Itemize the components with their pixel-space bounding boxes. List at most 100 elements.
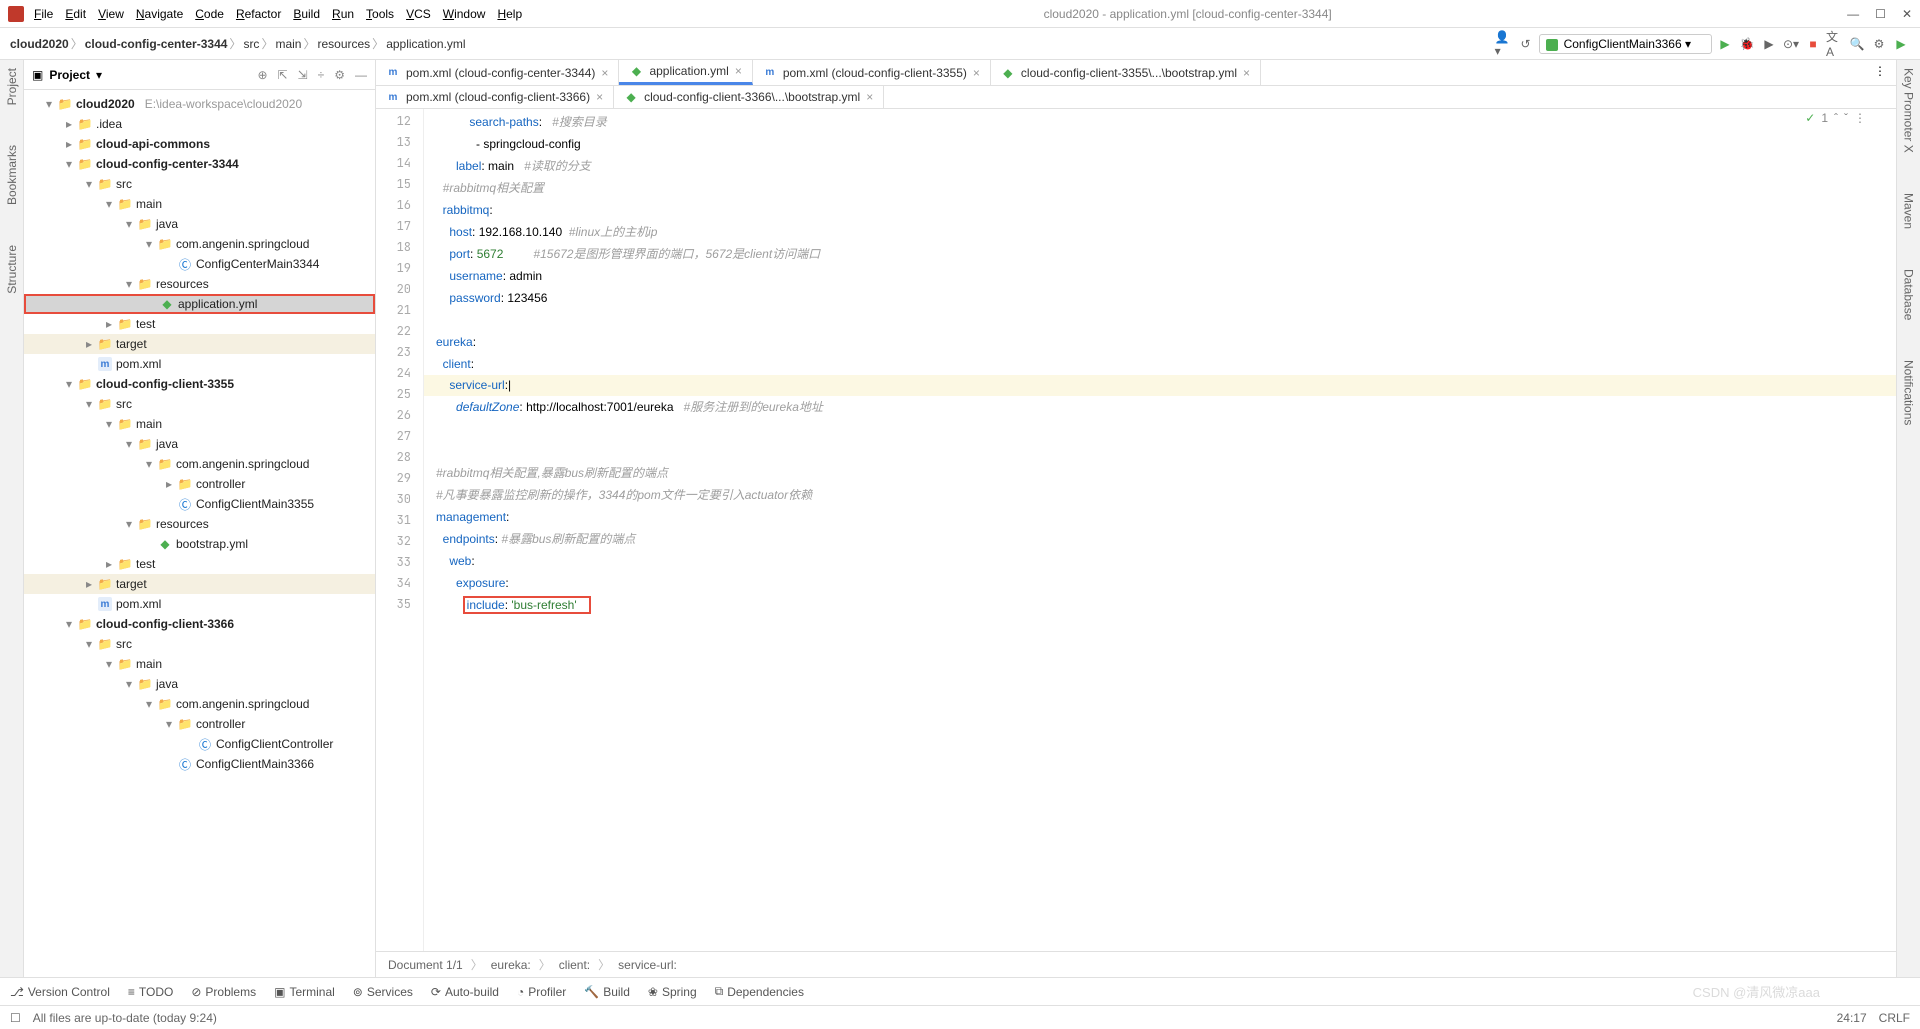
- tree-row[interactable]: ◆application.yml: [24, 294, 375, 314]
- tool-problems[interactable]: ⊘Problems: [191, 985, 256, 999]
- tree-row[interactable]: ▾📁src: [24, 394, 375, 414]
- tree-row[interactable]: ▾📁cloud-config-center-3344: [24, 154, 375, 174]
- rail-database[interactable]: Database: [1902, 269, 1916, 320]
- close-tab-icon[interactable]: ×: [1243, 66, 1250, 80]
- menu-file[interactable]: File: [28, 5, 59, 23]
- tree-row[interactable]: ▾📁cloud-config-client-3366: [24, 614, 375, 634]
- tree-row[interactable]: ▾📁src: [24, 174, 375, 194]
- tool-dependencies[interactable]: ⧉Dependencies: [715, 984, 804, 999]
- editor-tab[interactable]: ◆cloud-config-client-3355\...\bootstrap.…: [991, 60, 1261, 85]
- tree-row[interactable]: ▾📁com.angenin.springcloud: [24, 694, 375, 714]
- rail-maven[interactable]: Maven: [1902, 193, 1916, 229]
- rail-notifications[interactable]: Notifications: [1902, 360, 1916, 425]
- editor-crumb-item[interactable]: client:: [559, 958, 590, 972]
- menu-run[interactable]: Run: [326, 5, 360, 23]
- breadcrumb-item[interactable]: resources: [317, 37, 370, 51]
- tool-version-control[interactable]: ⎇Version Control: [10, 985, 110, 999]
- code-editor[interactable]: 1213141516171819202122232425262728293031…: [376, 109, 1896, 951]
- search-icon[interactable]: 🔍: [1848, 35, 1866, 53]
- tree-row[interactable]: ⒸConfigClientMain3355: [24, 494, 375, 514]
- editor-tab[interactable]: mpom.xml (cloud-config-client-3366)×: [376, 86, 614, 108]
- tree-row[interactable]: ▾📁cloud2020E:\idea-workspace\cloud2020: [24, 94, 375, 114]
- close-tab-icon[interactable]: ×: [735, 64, 742, 78]
- tree-row[interactable]: ▾📁cloud-config-client-3355: [24, 374, 375, 394]
- menu-vcs[interactable]: VCS: [400, 5, 437, 23]
- tree-row[interactable]: ▾📁com.angenin.springcloud: [24, 454, 375, 474]
- tree-row[interactable]: mpom.xml: [24, 594, 375, 614]
- close-tab-icon[interactable]: ×: [973, 66, 980, 80]
- tree-row[interactable]: ▸📁test: [24, 314, 375, 334]
- filter-icon[interactable]: ÷: [318, 68, 325, 82]
- gear-icon[interactable]: ⚙: [334, 68, 345, 82]
- rail-project[interactable]: Project: [5, 68, 19, 105]
- breadcrumb-item[interactable]: src: [243, 37, 259, 51]
- editor-crumb-item[interactable]: Document 1/1: [388, 958, 463, 972]
- chevron-down-icon[interactable]: ˇ: [1844, 111, 1848, 125]
- editor-tab[interactable]: mpom.xml (cloud-config-client-3355)×: [753, 60, 991, 85]
- tree-row[interactable]: ▾📁resources: [24, 514, 375, 534]
- tree-row[interactable]: ▾📁resources: [24, 274, 375, 294]
- breadcrumb-item[interactable]: application.yml: [386, 37, 465, 51]
- tree-row[interactable]: ▸📁target: [24, 574, 375, 594]
- user-dropdown-icon[interactable]: 👤▾: [1495, 35, 1513, 53]
- stop-icon[interactable]: ■: [1804, 35, 1822, 53]
- close-tab-icon[interactable]: ×: [596, 90, 603, 104]
- tree-row[interactable]: ▾📁src: [24, 634, 375, 654]
- rail-bookmarks[interactable]: Bookmarks: [5, 145, 19, 205]
- expand-icon[interactable]: ⇲: [298, 68, 308, 82]
- editor-crumb-item[interactable]: service-url:: [618, 958, 677, 972]
- menu-help[interactable]: Help: [491, 5, 528, 23]
- close-tab-icon[interactable]: ×: [601, 66, 608, 80]
- tree-row[interactable]: ▸📁test: [24, 554, 375, 574]
- tree-row[interactable]: ⒸConfigClientController: [24, 734, 375, 754]
- breadcrumb-item[interactable]: cloud-config-center-3344: [85, 37, 228, 51]
- tool-build[interactable]: 🔨Build: [584, 985, 630, 999]
- menu-code[interactable]: Code: [189, 5, 230, 23]
- tree-row[interactable]: ▾📁main: [24, 414, 375, 434]
- project-tree[interactable]: ▾📁cloud2020E:\idea-workspace\cloud2020▸📁…: [24, 90, 375, 977]
- run-icon[interactable]: ▶: [1716, 35, 1734, 53]
- tree-row[interactable]: ▾📁java: [24, 434, 375, 454]
- more-tabs-icon[interactable]: ⋮: [1864, 60, 1896, 85]
- menu-window[interactable]: Window: [437, 5, 492, 23]
- editor-tab[interactable]: ◆application.yml×: [619, 60, 752, 85]
- tree-row[interactable]: ▾📁main: [24, 194, 375, 214]
- target-icon[interactable]: ⊕: [257, 68, 267, 82]
- build-icon[interactable]: ↺: [1517, 35, 1535, 53]
- editor-tab[interactable]: mpom.xml (cloud-config-center-3344)×: [376, 60, 619, 85]
- menu-view[interactable]: View: [92, 5, 130, 23]
- tree-row[interactable]: ▸📁cloud-api-commons: [24, 134, 375, 154]
- breadcrumb-item[interactable]: main: [275, 37, 301, 51]
- tree-row[interactable]: ▾📁com.angenin.springcloud: [24, 234, 375, 254]
- tool-terminal[interactable]: ▣Terminal: [274, 985, 335, 999]
- maximize-icon[interactable]: ☐: [1875, 7, 1886, 21]
- collapse-icon[interactable]: ⇱: [278, 68, 288, 82]
- tool-spring[interactable]: ❀Spring: [648, 985, 697, 999]
- minimize-icon[interactable]: —: [1847, 7, 1859, 21]
- menu-navigate[interactable]: Navigate: [130, 5, 189, 23]
- menu-build[interactable]: Build: [287, 5, 326, 23]
- editor-tab[interactable]: ◆cloud-config-client-3366\...\bootstrap.…: [614, 86, 884, 108]
- tool-auto-build[interactable]: ⟳Auto-build: [431, 985, 499, 999]
- settings-icon[interactable]: ⚙: [1870, 35, 1888, 53]
- run-configuration-select[interactable]: ConfigClientMain3366 ▾: [1539, 34, 1712, 54]
- code-content[interactable]: search-paths: #搜索目录 - springcloud-config…: [424, 109, 1896, 951]
- debug-icon[interactable]: 🐞: [1738, 35, 1756, 53]
- tool-todo[interactable]: ≡TODO: [128, 985, 173, 999]
- chevron-up-icon[interactable]: ˆ: [1834, 111, 1838, 125]
- tree-row[interactable]: ⒸConfigCenterMain3344: [24, 254, 375, 274]
- minimize-panel-icon[interactable]: —: [355, 68, 367, 82]
- menu-edit[interactable]: Edit: [59, 5, 92, 23]
- tree-row[interactable]: ▸📁.idea: [24, 114, 375, 134]
- editor-crumb-item[interactable]: eureka:: [491, 958, 531, 972]
- tree-row[interactable]: ⒸConfigClientMain3366: [24, 754, 375, 774]
- more-icon[interactable]: ⋮: [1854, 111, 1866, 125]
- tool-profiler[interactable]: ◔Profiler: [517, 985, 566, 999]
- rail-structure[interactable]: Structure: [5, 245, 19, 294]
- close-tab-icon[interactable]: ×: [866, 90, 873, 104]
- close-icon[interactable]: ✕: [1902, 7, 1912, 21]
- inspection-widget[interactable]: ✓ ✓ 11 ˆ ˇ ⋮: [1805, 111, 1866, 125]
- run-play-icon[interactable]: ▶: [1892, 35, 1910, 53]
- tool-services[interactable]: ⊚Services: [353, 985, 413, 999]
- rail-keypromoter[interactable]: Key Promoter X: [1902, 68, 1916, 153]
